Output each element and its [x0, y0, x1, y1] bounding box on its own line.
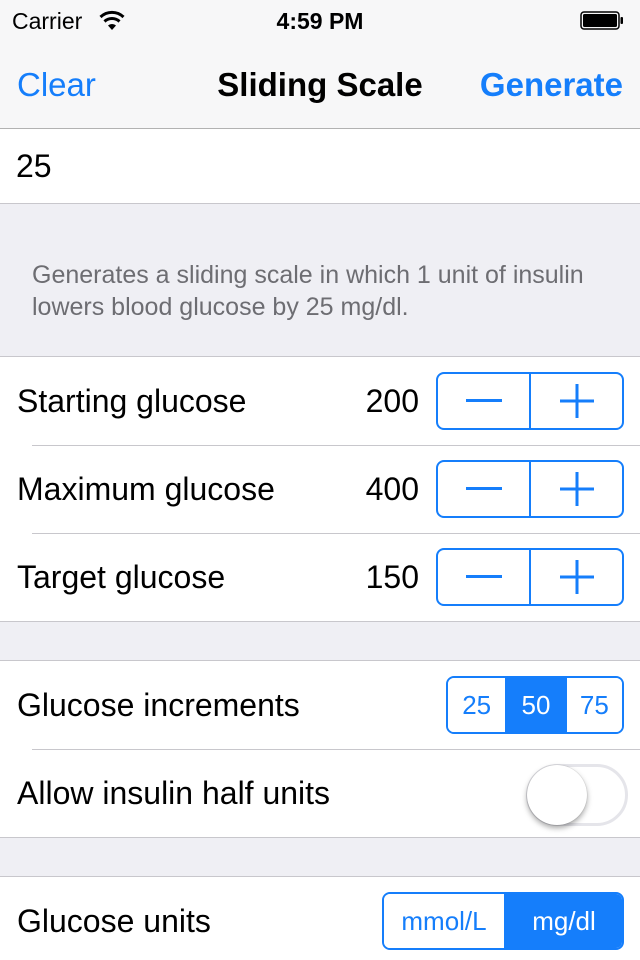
units-option-mgdl[interactable]: mg/dl: [504, 894, 622, 948]
glucose-increments-label: Glucose increments: [17, 687, 300, 723]
minus-icon: [465, 487, 502, 490]
generate-button[interactable]: Generate: [480, 66, 623, 104]
maximum-glucose-row: Maximum glucose 400: [0, 445, 640, 533]
maximum-glucose-value: 400: [365, 471, 419, 507]
target-glucose-value: 150: [365, 559, 419, 595]
target-glucose-stepper[interactable]: [436, 548, 624, 606]
glucose-increments-segmented-control[interactable]: 25 50 75: [446, 676, 624, 734]
half-units-row: Allow insulin half units: [0, 749, 640, 837]
minus-icon: [465, 575, 502, 578]
target-glucose-label: Target glucose: [17, 559, 226, 595]
units-group: Glucose units mmol/L mg/dl: [0, 876, 640, 960]
status-bar: Carrier 4:59 PM: [0, 0, 640, 40]
minus-icon: [465, 399, 502, 402]
starting-glucose-stepper[interactable]: [436, 372, 624, 430]
starting-glucose-increment-button[interactable]: [529, 374, 622, 428]
glucose-range-group: Starting glucose 200 Maximum glucose 400…: [0, 356, 640, 622]
correction-factor-cell: [0, 129, 640, 204]
increment-option-25[interactable]: 25: [448, 678, 506, 732]
plus-icon: [559, 560, 594, 594]
half-units-label: Allow insulin half units: [17, 775, 331, 811]
maximum-glucose-stepper[interactable]: [436, 460, 624, 518]
glucose-increments-row: Glucose increments 25 50 75: [0, 661, 640, 749]
glucose-units-segmented-control[interactable]: mmol/L mg/dl: [382, 892, 624, 950]
starting-glucose-decrement-button[interactable]: [438, 374, 529, 428]
plus-icon: [559, 384, 594, 418]
units-option-mmol[interactable]: mmol/L: [384, 894, 504, 948]
target-glucose-row: Target glucose 150: [0, 533, 640, 621]
glucose-units-row: Glucose units mmol/L mg/dl: [0, 877, 640, 960]
target-glucose-increment-button[interactable]: [529, 550, 622, 604]
starting-glucose-label: Starting glucose: [17, 383, 247, 419]
maximum-glucose-decrement-button[interactable]: [438, 462, 529, 516]
starting-glucose-row: Starting glucose 200: [0, 357, 640, 445]
maximum-glucose-label: Maximum glucose: [17, 471, 275, 507]
starting-glucose-value: 200: [365, 383, 419, 419]
increment-option-50[interactable]: 50: [505, 678, 565, 732]
options-group: Glucose increments 25 50 75 Allow insuli…: [0, 660, 640, 838]
half-units-toggle[interactable]: [526, 764, 628, 826]
navigation-bar: Clear Sliding Scale Generate: [0, 40, 640, 129]
maximum-glucose-increment-button[interactable]: [529, 462, 622, 516]
glucose-units-label: Glucose units: [17, 903, 211, 939]
clear-button[interactable]: Clear: [17, 66, 96, 104]
target-glucose-decrement-button[interactable]: [438, 550, 529, 604]
toggle-knob: [527, 765, 587, 825]
correction-factor-description: Generates a sliding scale in which 1 uni…: [32, 261, 584, 321]
battery-full-icon: [580, 11, 623, 30]
clock: 4:59 PM: [276, 8, 364, 34]
increment-option-75[interactable]: 75: [564, 678, 622, 732]
correction-factor-input[interactable]: [16, 129, 624, 203]
plus-icon: [559, 472, 594, 506]
